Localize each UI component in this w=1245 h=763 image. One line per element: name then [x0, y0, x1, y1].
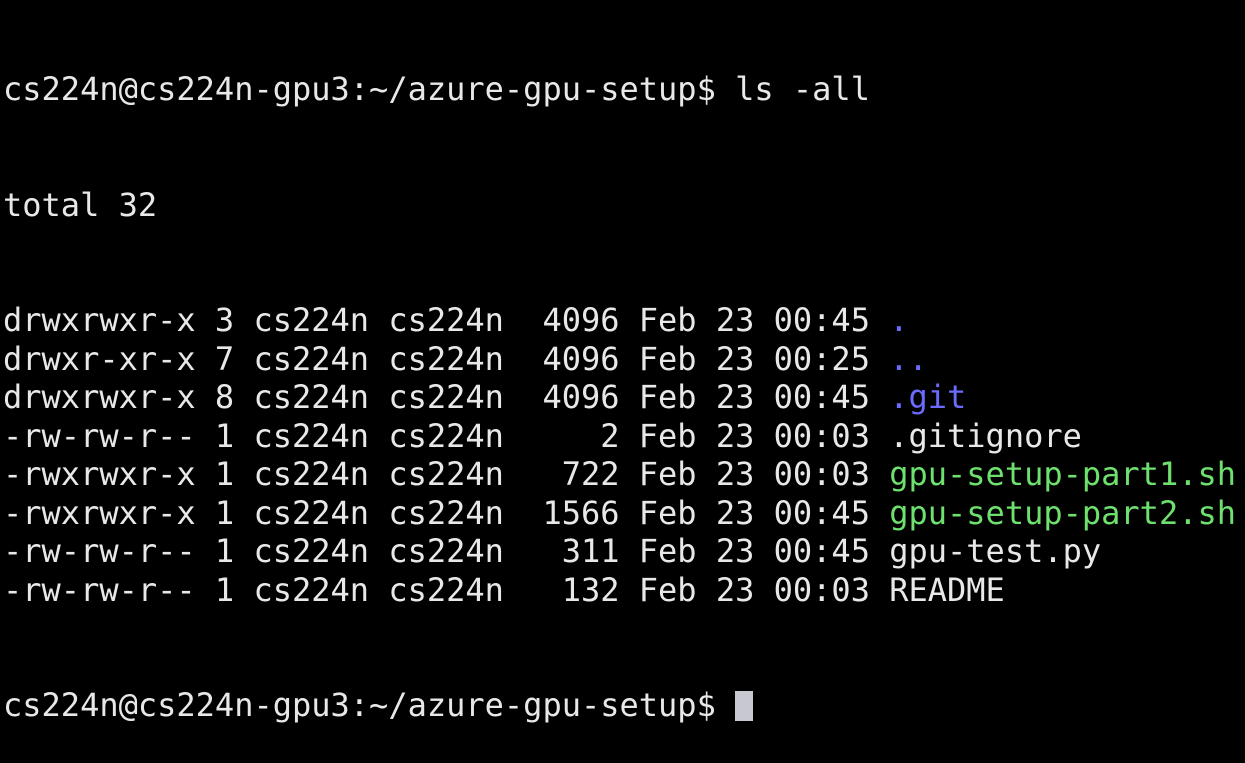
entry-owner: cs224n	[253, 455, 370, 493]
entry-owner: cs224n	[253, 570, 370, 609]
entry-owner: cs224n	[253, 339, 370, 378]
entry-date: Feb 23	[638, 416, 755, 455]
entry-name: .gitignore	[889, 416, 1082, 455]
entry-links: 1	[214, 416, 235, 455]
prompt: cs224n@cs224n-gpu3:~/azure-gpu-setup$	[3, 686, 716, 724]
entry-date: Feb 23	[638, 532, 755, 570]
total-line: total 32	[3, 185, 158, 224]
prompt: cs224n@cs224n-gpu3:~/azure-gpu-setup$	[3, 70, 716, 108]
entry-owner: cs224n	[253, 493, 370, 532]
listing: drwxrwxr-x 3 cs224n cs224n 4096 Feb 23 00:45. d…	[3, 301, 1236, 609]
entry-name: gpu-test.py	[889, 532, 1102, 570]
entry-group: cs224n	[388, 416, 504, 455]
entry-date: Feb 23	[638, 378, 755, 416]
entry-group: cs224n	[388, 532, 504, 570]
listing-row: -rwxrwxr-x 1 cs224n cs224n 722 Feb 23 00:03 gpu…	[3, 455, 1236, 494]
entry-size: 311	[561, 532, 620, 570]
entry-owner: cs224n	[253, 532, 370, 570]
entry-name: ..	[889, 339, 928, 378]
entry-date: Feb 23	[638, 301, 755, 339]
entry-links: 1	[214, 455, 235, 493]
entry-name: gpu-setup-part2.sh	[889, 493, 1236, 532]
entry-time: 00:45	[773, 301, 870, 339]
entry-links: 8	[214, 378, 235, 416]
cursor	[735, 691, 754, 721]
listing-row: -rwxrwxr-x 1 cs224n cs224n 1566 Feb 23 00:45 gp…	[3, 494, 1236, 533]
entry-owner: cs224n	[253, 416, 370, 455]
entry-size: 1566	[542, 493, 620, 532]
entry-time: 00:03	[773, 455, 870, 493]
entry-date: Feb 23	[638, 570, 755, 609]
command: ls -all	[735, 70, 870, 108]
entry-date: Feb 23	[638, 339, 755, 378]
entry-perms: -rw-rw-r--	[3, 532, 196, 570]
entry-perms: -rw-rw-r--	[3, 570, 196, 609]
entry-name: gpu-setup-part1.sh	[889, 455, 1236, 493]
entry-group: cs224n	[388, 493, 504, 532]
terminal-output[interactable]: cs224n@cs224n-gpu3:~/azure-gpu-setup$ ls…	[3, 0, 1236, 763]
entry-perms: drwxr-xr-x	[3, 339, 196, 378]
entry-time: 00:45	[773, 532, 870, 570]
entry-links: 7	[214, 339, 235, 378]
entry-owner: cs224n	[253, 301, 370, 339]
entry-owner: cs224n	[253, 378, 370, 416]
entry-perms: -rw-rw-r--	[3, 416, 196, 455]
entry-time: 00:25	[773, 339, 870, 378]
entry-size: 4096	[542, 378, 620, 416]
entry-group: cs224n	[388, 339, 504, 378]
listing-row: drwxr-xr-x 7 cs224n cs224n 4096 Feb 23 00:25..	[3, 340, 1236, 379]
entry-perms: -rwxrwxr-x	[3, 493, 196, 532]
entry-size: 4096	[542, 301, 620, 339]
listing-row: -rw-rw-r-- 1 cs224n cs224n 311 Feb 23 00:45 gpu…	[3, 532, 1236, 571]
entry-size: 2	[600, 416, 620, 455]
listing-row: -rw-rw-r-- 1 cs224n cs224n 132 Feb 23 00:03 REA…	[3, 571, 1236, 610]
entry-group: cs224n	[388, 570, 504, 609]
entry-size: 132	[561, 570, 620, 609]
entry-links: 3	[214, 301, 235, 339]
entry-perms: -rwxrwxr-x	[3, 455, 196, 493]
listing-row: drwxrwxr-x 3 cs224n cs224n 4096 Feb 23 00:45.	[3, 301, 1236, 340]
listing-row: drwxrwxr-x 8 cs224n cs224n 4096 Feb 23 00:45 .g…	[3, 378, 1236, 417]
entry-name: README	[889, 570, 1005, 609]
entry-links: 1	[214, 493, 235, 532]
active-prompt-line[interactable]: cs224n@cs224n-gpu3:~/azure-gpu-setup$	[3, 686, 1236, 725]
entry-links: 1	[214, 532, 235, 570]
entry-size: 4096	[542, 339, 620, 378]
entry-date: Feb 23	[638, 455, 755, 493]
entry-perms: drwxrwxr-x	[3, 301, 196, 339]
entry-time: 00:03	[773, 570, 870, 609]
entry-time: 00:03	[773, 416, 870, 455]
listing-row: -rw-rw-r-- 1 cs224n cs224n 2 Feb 23 00:03 .giti…	[3, 417, 1236, 456]
entry-group: cs224n	[388, 378, 504, 416]
command-line: cs224n@cs224n-gpu3:~/azure-gpu-setup$ ls…	[3, 70, 1236, 109]
entry-group: cs224n	[388, 301, 504, 339]
entry-perms: drwxrwxr-x	[3, 378, 196, 416]
entry-time: 00:45	[773, 493, 870, 532]
entry-name: .	[889, 301, 909, 339]
entry-links: 1	[214, 570, 235, 609]
entry-time: 00:45	[773, 378, 870, 416]
entry-group: cs224n	[388, 455, 504, 493]
entry-size: 722	[561, 455, 620, 493]
entry-date: Feb 23	[638, 493, 755, 532]
entry-name: .git	[889, 378, 967, 416]
